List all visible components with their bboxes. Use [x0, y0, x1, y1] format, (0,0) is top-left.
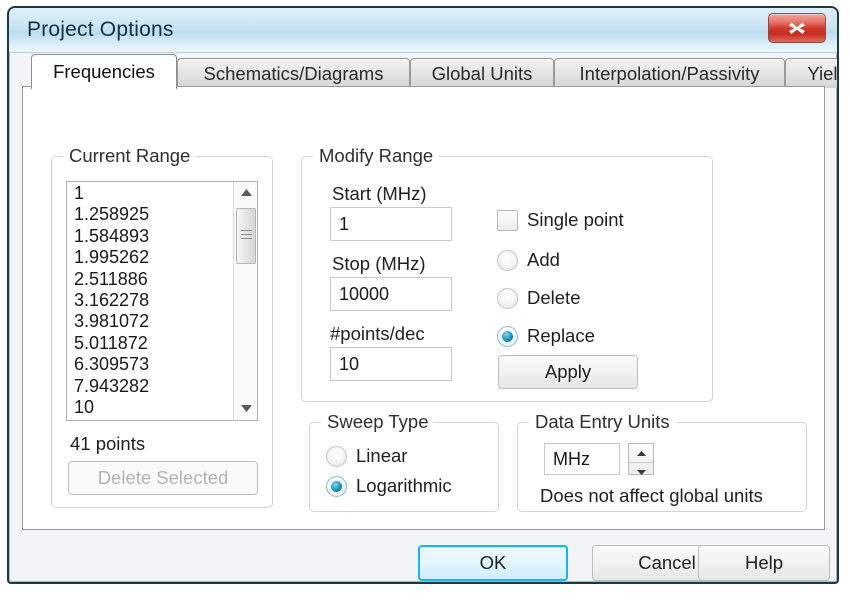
window-title: Project Options: [27, 18, 174, 42]
list-item[interactable]: 6.309573: [74, 354, 240, 375]
radio-linear-label: Linear: [356, 445, 407, 467]
start-label: Start (MHz): [332, 183, 427, 205]
spinner-up-icon: [636, 444, 647, 462]
units-input[interactable]: [544, 443, 620, 475]
scrollbar-thumb-grip: [241, 230, 252, 242]
points-per-dec-input[interactable]: [330, 347, 452, 381]
list-item[interactable]: 10: [74, 397, 240, 418]
scroll-down-button[interactable]: [234, 398, 258, 420]
modify-range-title: Modify Range: [313, 145, 439, 167]
list-item[interactable]: 2.511886: [74, 269, 240, 290]
tab-schematics-diagrams[interactable]: Schematics/Diagrams: [177, 58, 410, 88]
triangle-up-icon: [240, 184, 253, 202]
radio-replace-label: Replace: [527, 325, 595, 347]
list-item[interactable]: 3.981072: [74, 311, 240, 332]
data-entry-units-group: Data Entry Units Does not affect global …: [517, 422, 807, 512]
tab-yield-options[interactable]: Yield Options: [785, 58, 839, 88]
single-point-checkbox-row[interactable]: Single point: [497, 209, 624, 231]
current-range-listbox[interactable]: 1 1.258925 1.584893 1.995262 2.511886 3.…: [66, 181, 258, 421]
tab-interpolation-passivity[interactable]: Interpolation/Passivity: [554, 58, 785, 88]
list-item[interactable]: 1.995262: [74, 247, 240, 268]
list-item[interactable]: 5.011872: [74, 333, 240, 354]
spinner-up-button[interactable]: [629, 444, 653, 462]
radio-add[interactable]: Add: [497, 249, 560, 271]
current-range-items: 1 1.258925 1.584893 1.995262 2.511886 3.…: [67, 183, 240, 418]
start-input[interactable]: [330, 207, 452, 241]
modify-range-group: Modify Range Start (MHz) Stop (MHz) #poi…: [301, 156, 713, 402]
units-spinner[interactable]: [628, 443, 654, 475]
list-item[interactable]: 1.258925: [74, 204, 240, 225]
sweep-type-title: Sweep Type: [321, 411, 434, 433]
list-item[interactable]: 7.943282: [74, 376, 240, 397]
radio-delete[interactable]: Delete: [497, 287, 580, 309]
stop-input[interactable]: [330, 277, 452, 311]
list-item[interactable]: 1: [74, 183, 240, 204]
radio-logarithmic-label: Logarithmic: [356, 475, 452, 497]
project-options-dialog: Project Options Frequencies Schematics/D…: [7, 6, 839, 584]
scroll-up-button[interactable]: [234, 182, 258, 204]
apply-button[interactable]: Apply: [498, 355, 638, 389]
close-button[interactable]: [768, 13, 826, 43]
title-bar: Project Options: [9, 8, 837, 53]
current-range-title: Current Range: [63, 145, 196, 167]
spinner-down-button[interactable]: [629, 462, 653, 481]
list-item[interactable]: 3.162278: [74, 290, 240, 311]
points-per-dec-label: #points/dec: [330, 323, 425, 345]
tab-global-units[interactable]: Global Units: [410, 58, 554, 88]
radio-linear[interactable]: Linear: [326, 445, 407, 467]
scrollbar-thumb[interactable]: [236, 208, 256, 264]
radio-add-label: Add: [527, 249, 560, 271]
units-note: Does not affect global units: [540, 485, 763, 507]
radio-icon[interactable]: [326, 446, 347, 467]
points-count-label: 41 points: [70, 433, 145, 455]
help-button[interactable]: Help: [698, 545, 830, 581]
radio-icon[interactable]: [497, 250, 518, 271]
ok-button[interactable]: OK: [418, 545, 568, 581]
radio-selected-icon[interactable]: [497, 326, 518, 347]
close-x-icon: [787, 19, 807, 37]
triangle-down-icon: [240, 400, 253, 418]
stop-label: Stop (MHz): [332, 253, 426, 275]
radio-delete-label: Delete: [527, 287, 580, 309]
radio-icon[interactable]: [497, 288, 518, 309]
tab-strip: Frequencies Schematics/Diagrams Global U…: [9, 52, 837, 88]
current-range-group: Current Range 1 1.258925 1.584893 1.9952…: [51, 156, 273, 508]
listbox-scrollbar[interactable]: [233, 182, 257, 420]
sweep-type-group: Sweep Type Linear Logarithmic: [309, 422, 499, 512]
single-point-label: Single point: [527, 209, 624, 231]
spinner-down-icon: [636, 463, 647, 481]
tab-frequencies[interactable]: Frequencies: [31, 54, 177, 89]
delete-selected-button[interactable]: Delete Selected: [68, 461, 258, 495]
data-entry-units-title: Data Entry Units: [529, 411, 676, 433]
radio-selected-icon[interactable]: [326, 476, 347, 497]
radio-replace[interactable]: Replace: [497, 325, 595, 347]
radio-logarithmic[interactable]: Logarithmic: [326, 475, 452, 497]
list-item[interactable]: 1.584893: [74, 226, 240, 247]
checkbox-icon[interactable]: [497, 210, 518, 231]
